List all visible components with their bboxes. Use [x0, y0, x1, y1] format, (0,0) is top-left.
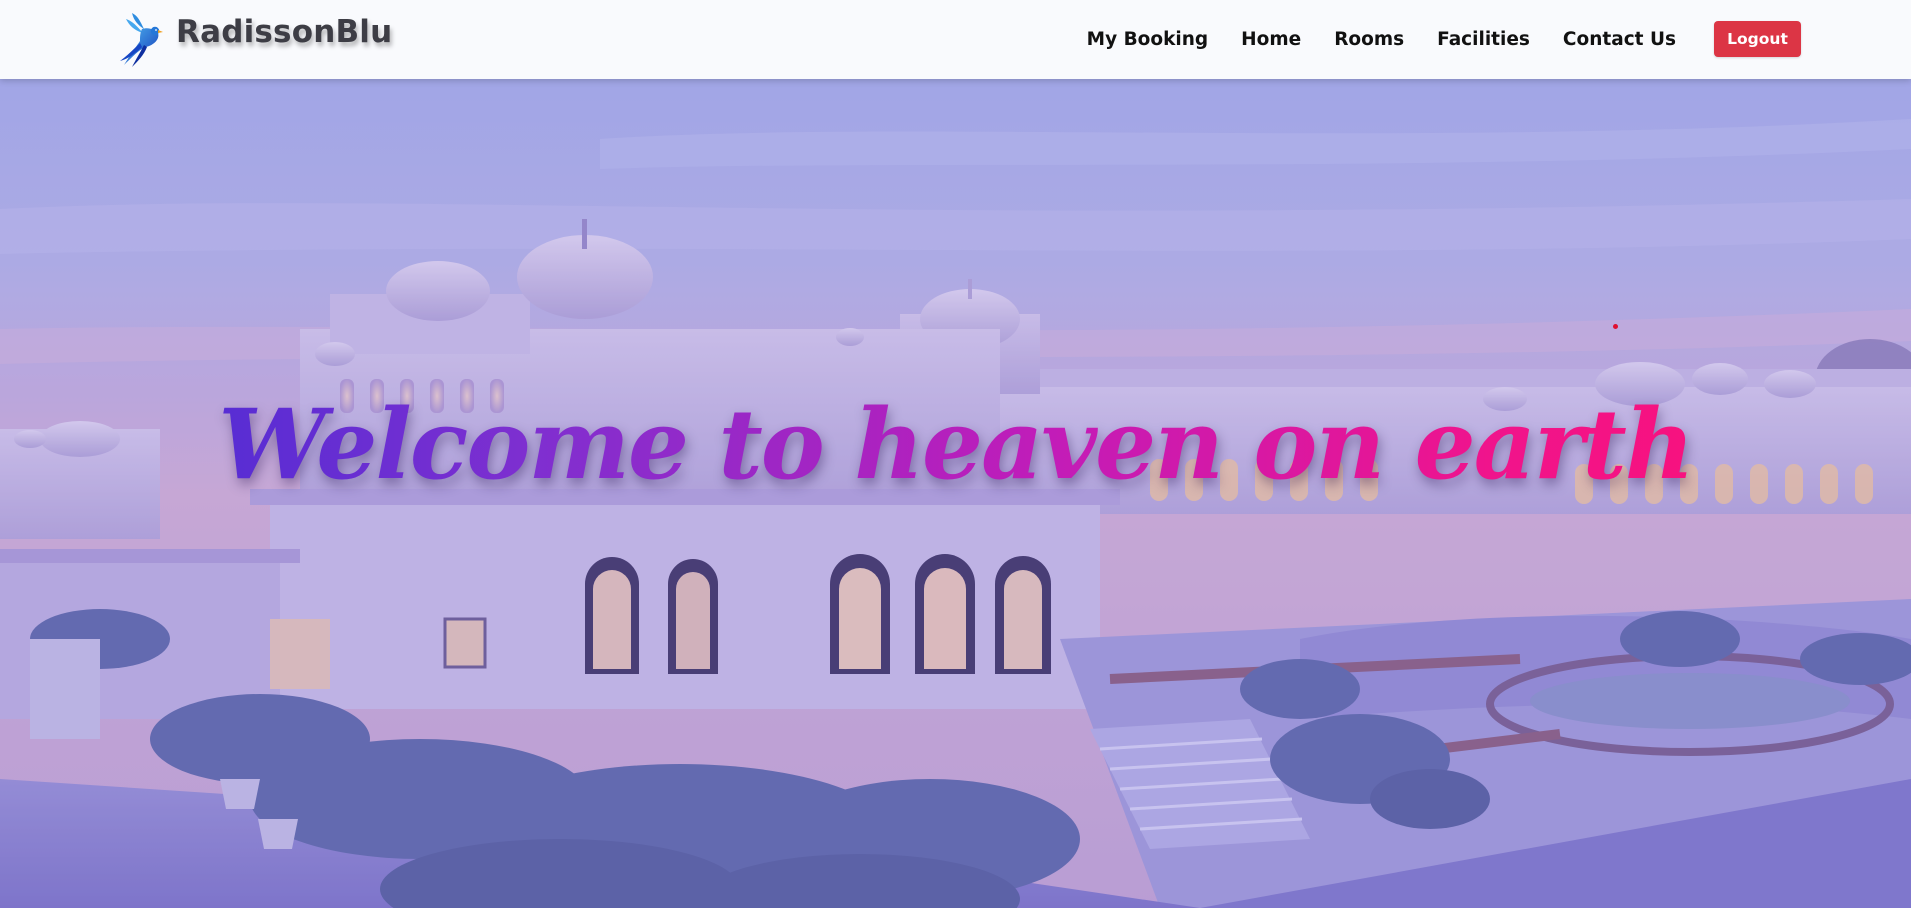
- hero-title: Welcome to heaven on earth: [0, 387, 1911, 502]
- red-dot-marker: [1613, 324, 1618, 329]
- logout-button[interactable]: Logout: [1714, 21, 1801, 57]
- hero-section: Welcome to heaven on earth: [0, 79, 1911, 908]
- nav-link-contact-us[interactable]: Contact Us: [1563, 22, 1676, 58]
- navbar: RadissonBlu My Booking Home Rooms Facili…: [0, 0, 1911, 79]
- nav-link-rooms[interactable]: Rooms: [1334, 22, 1404, 58]
- nav-link-facilities[interactable]: Facilities: [1437, 22, 1530, 58]
- nav-link-my-booking[interactable]: My Booking: [1087, 22, 1209, 58]
- brand-name: RadissonBlu: [176, 14, 393, 50]
- bird-icon: [120, 13, 163, 67]
- nav-link-home[interactable]: Home: [1241, 22, 1301, 58]
- nav-links: My Booking Home Rooms Facilities Contact…: [1087, 22, 1676, 58]
- brand-link[interactable]: RadissonBlu: [118, 9, 392, 69]
